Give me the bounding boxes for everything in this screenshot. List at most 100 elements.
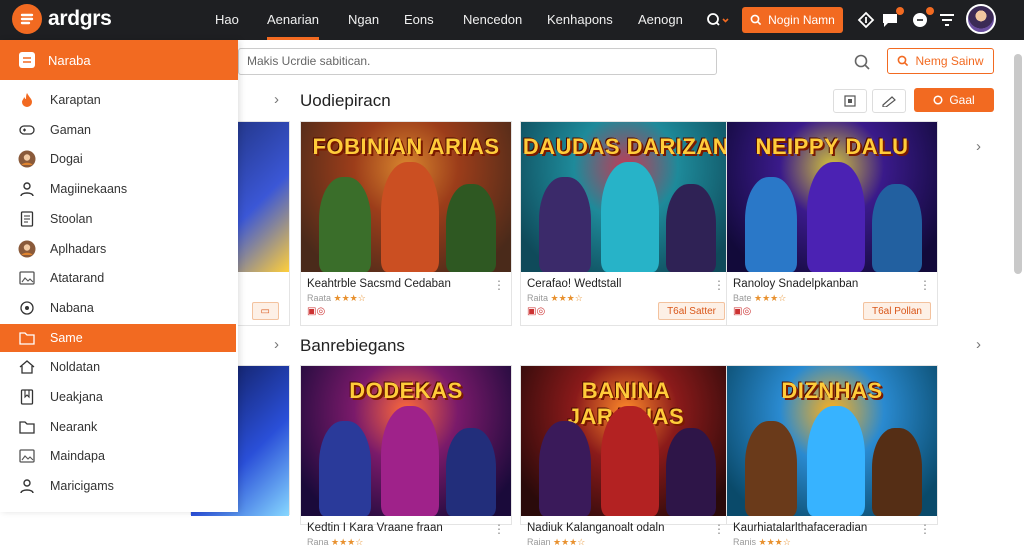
game-card-rating: Raita ★★★☆	[527, 293, 583, 304]
filter-icon[interactable]	[935, 8, 959, 32]
user-avatar[interactable]	[966, 4, 996, 34]
document-icon	[18, 210, 36, 228]
game-title-art: DIZNHAS	[781, 378, 883, 403]
refresh-icon[interactable]	[850, 50, 874, 74]
add-button[interactable]: Gaal	[914, 88, 994, 112]
sidebar-header-label: Naraba	[48, 52, 91, 68]
game-card-rating: Raata ★★★☆	[307, 293, 366, 304]
chevron-right-icon[interactable]: ›	[976, 336, 981, 353]
sidebar-item-nearank[interactable]: Nearank	[0, 413, 236, 441]
game-card-image: DAUDAS DARIZAN	[521, 122, 731, 272]
sidebar-item-label: Karaptan	[50, 93, 101, 107]
nav-item-hao[interactable]: Hao	[215, 0, 239, 40]
new-search-label: Nemg Sainw	[915, 54, 984, 68]
sidebar-item-noldatan[interactable]: Noldatan	[0, 353, 236, 381]
sidebar-item-maricigams[interactable]: Maricigams	[0, 472, 236, 500]
scrollbar[interactable]	[1014, 54, 1022, 274]
sidebar-item-nabana[interactable]: Nabana	[0, 294, 236, 322]
chat-icon[interactable]	[878, 7, 904, 32]
share-icon[interactable]	[854, 8, 878, 32]
sidebar-item-ueakjana[interactable]: Ueakjana	[0, 383, 236, 411]
star-rating-icon: ★★★☆	[550, 293, 583, 303]
game-card-rating: Rana ★★★☆	[307, 537, 363, 548]
folder-icon	[18, 329, 36, 347]
sidebar-item-same[interactable]: Same	[0, 323, 236, 352]
new-search-button[interactable]: Nemg Sainw	[887, 48, 994, 74]
game-card-title[interactable]: Kaurhiatalarlthafaceradian	[733, 522, 867, 534]
search-input[interactable]: Makis Ucrdie sabitican.	[238, 48, 717, 75]
more-options-icon[interactable]: ⋮	[919, 522, 931, 536]
hero-figure	[446, 428, 496, 516]
nav-item-nencedon[interactable]: Nencedon	[463, 0, 522, 40]
price-tag-partial[interactable]: ▭	[251, 302, 279, 320]
nav-item-aenogn[interactable]: Aenogn	[638, 0, 683, 40]
notification-dot	[896, 7, 904, 15]
sidebar-item-label: Nabana	[50, 300, 94, 315]
section-title: Uodiepiracn	[300, 91, 391, 110]
sidebar-item-label: Gaman	[50, 122, 91, 137]
logo-text: ardgrs	[48, 7, 112, 30]
grid-view-icon[interactable]	[833, 89, 867, 113]
game-card-title[interactable]: Ranoloy Snadelpkanban	[733, 278, 858, 290]
sign-in-label: Nogin Namn	[768, 13, 835, 27]
nav-item-aenarian[interactable]: Aenarian	[267, 0, 320, 40]
user-icon	[18, 180, 36, 198]
hero-figure	[381, 406, 439, 516]
price-button[interactable]: T6al Pollan	[862, 302, 931, 320]
game-card-title[interactable]: Cerafao! Wedtstall	[527, 278, 621, 290]
target-icon	[18, 299, 36, 317]
platform-icon: ▣◎	[307, 306, 326, 317]
more-options-icon[interactable]: ⋮	[493, 278, 505, 292]
sidebar-item-label: Nearank	[50, 419, 98, 434]
sidebar-item-maindapa[interactable]: Maindapa	[0, 442, 236, 470]
game-title-art: DODEKAS	[349, 378, 463, 403]
refresh-icon	[933, 95, 943, 105]
nav-item-kenhapons[interactable]: Kenhapons	[547, 0, 613, 40]
game-card-image: BANINA JARABIAS	[521, 366, 731, 516]
sidebar-item-aplhadars[interactable]: Aplhadars	[0, 235, 236, 263]
rating-label: Raata	[307, 293, 332, 303]
folder-icon	[18, 418, 36, 436]
sidebar-item-gaman[interactable]: Gaman	[0, 116, 236, 144]
nav-item-eons[interactable]: Eons	[404, 0, 434, 40]
nav-item-ngan[interactable]: Ngan	[348, 0, 379, 40]
hero-figure	[807, 162, 865, 272]
game-card[interactable]: FOBINIAN ARIAS Keahtrble Sacsmd Cedaban Ra…	[300, 121, 512, 326]
logo[interactable]: ardgrs	[12, 4, 112, 34]
sidebar-item-dogai[interactable]: Dogai	[0, 145, 236, 173]
sidebar-item-stoolan[interactable]: Stoolan	[0, 205, 236, 233]
game-card-rating: Raian ★★★☆	[527, 537, 585, 548]
star-rating-icon: ★★★☆	[333, 293, 366, 303]
more-options-icon[interactable]: ⋮	[919, 278, 931, 292]
sidebar-item-karaptan[interactable]: Karaptan	[0, 86, 236, 114]
game-card[interactable]: NEIPPY DALU Ranoloy Snadelpkanban Bate ★★★…	[726, 121, 938, 326]
game-card[interactable]: BANINA JARABIAS Nadiuk Kalanganoalt odaln…	[520, 365, 732, 547]
chevron-right-icon[interactable]: ›	[274, 336, 279, 353]
price-button[interactable]: T6al Satter	[658, 302, 725, 320]
tag-icon[interactable]	[872, 89, 906, 113]
game-card[interactable]: DODEKAS Kedtin I Kara Vraane fraan Rana ★★…	[300, 365, 512, 547]
sign-in-button[interactable]: Nogin Namn	[742, 7, 843, 33]
game-card-title[interactable]: Nadiuk Kalanganoalt odaln	[527, 522, 664, 534]
game-card[interactable]: DIZNHAS Kaurhiatalarlthafaceradian Ranis ★…	[726, 365, 938, 547]
search-dropdown-icon[interactable]	[706, 8, 730, 32]
more-options-icon[interactable]: ⋮	[493, 522, 505, 536]
sidebar-header[interactable]: Naraba	[0, 40, 238, 80]
chevron-right-icon[interactable]: ›	[976, 138, 981, 155]
more-options-icon[interactable]: ⋮	[713, 522, 725, 536]
sidebar-item-label: Maindapa	[50, 449, 105, 464]
controller-icon	[18, 121, 36, 139]
more-options-icon[interactable]: ⋮	[713, 278, 725, 292]
chevron-right-icon[interactable]: ›	[274, 91, 279, 108]
section-title: Banrebiegans	[300, 336, 405, 355]
game-card-image: DODEKAS	[301, 366, 511, 516]
messages-icon[interactable]	[908, 7, 934, 32]
sidebar-item-magiinekaans[interactable]: Magiinekaans	[0, 175, 236, 203]
game-card-title[interactable]: Kedtin I Kara Vraane fraan	[307, 522, 443, 534]
sidebar-item-atatarand[interactable]: Atatarand	[0, 264, 236, 292]
add-button-label: Gaal	[949, 93, 975, 107]
hero-figure	[745, 177, 797, 272]
hero-figure	[446, 184, 496, 272]
game-card-title[interactable]: Keahtrble Sacsmd Cedaban	[307, 278, 451, 290]
game-card[interactable]: DAUDAS DARIZAN Cerafao! Wedtstall Raita ★★…	[520, 121, 732, 326]
